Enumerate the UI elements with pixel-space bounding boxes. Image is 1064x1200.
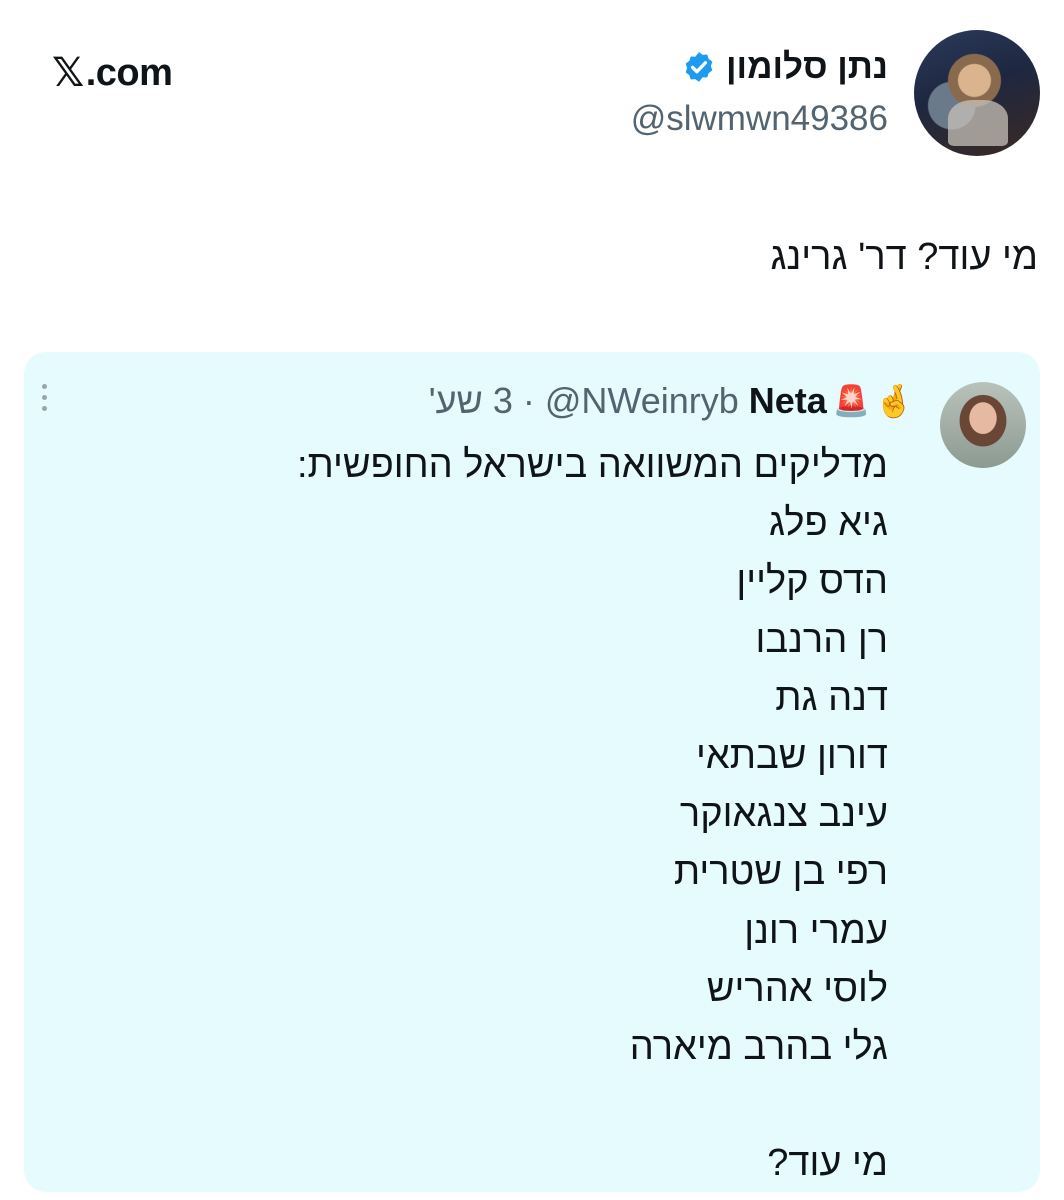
quote-line: עמרי רונן [744, 909, 888, 952]
quote-line: לוסי אהריש [706, 967, 888, 1010]
quote-body: מדליקים המשוואה בישראל החופשית: גיא פלג … [297, 436, 888, 1192]
quote-line: גלי בהרב מיארה [629, 1025, 888, 1068]
quote-header: 🤞 🚨 Neta @NWeinryb · 3 שע' [429, 380, 914, 422]
quote-line: רן הרנבו [755, 618, 889, 661]
separator-dot: · [522, 380, 535, 421]
quote-line-blank [297, 1076, 888, 1134]
x-logo-icon: 𝕏 [52, 51, 84, 95]
author-handle[interactable]: @slwmwn49386 [631, 99, 888, 139]
author-info: נתן סלומון @slwmwn49386 [631, 47, 888, 139]
quote-line: מי עוד? [767, 1142, 888, 1185]
quote-line: עינב צנגאוקר [679, 793, 888, 836]
more-dot [42, 406, 47, 411]
author-display-name[interactable]: נתן סלומון [726, 47, 888, 87]
more-dot [42, 384, 47, 389]
brand-domain: .com [85, 51, 173, 94]
quote-author-handle[interactable]: @NWeinryb [545, 380, 739, 422]
more-dot [42, 395, 47, 400]
quote-author-name[interactable]: Neta [749, 380, 827, 422]
author-name-row: נתן סלומון [682, 47, 888, 87]
quote-line: הדס קליין [736, 560, 888, 603]
quote-line: רפי בן שטרית [673, 851, 888, 894]
verified-badge-icon [685, 52, 713, 82]
quote-line: דנה גת [775, 676, 888, 719]
author-avatar[interactable] [914, 30, 1040, 156]
more-options-icon[interactable] [42, 384, 47, 411]
crossed-fingers-emoji-icon: 🤞 [874, 383, 914, 419]
quote-line: דורון שבתאי [696, 734, 888, 777]
quote-line: גיא פלג [769, 502, 888, 545]
tweet-text: מי עוד? דר' גרינג [770, 236, 1038, 278]
quote-line: מדליקים המשוואה בישראל החופשית: [296, 444, 888, 486]
quote-timestamp[interactable]: 3 שע' [429, 380, 513, 422]
tweet-author[interactable]: נתן סלומון @slwmwn49386 [631, 30, 1040, 156]
x-com-logo[interactable]: 𝕏 .com [52, 50, 173, 96]
quote-author-avatar[interactable] [940, 382, 1026, 468]
siren-emoji-icon: 🚨 [832, 384, 871, 418]
